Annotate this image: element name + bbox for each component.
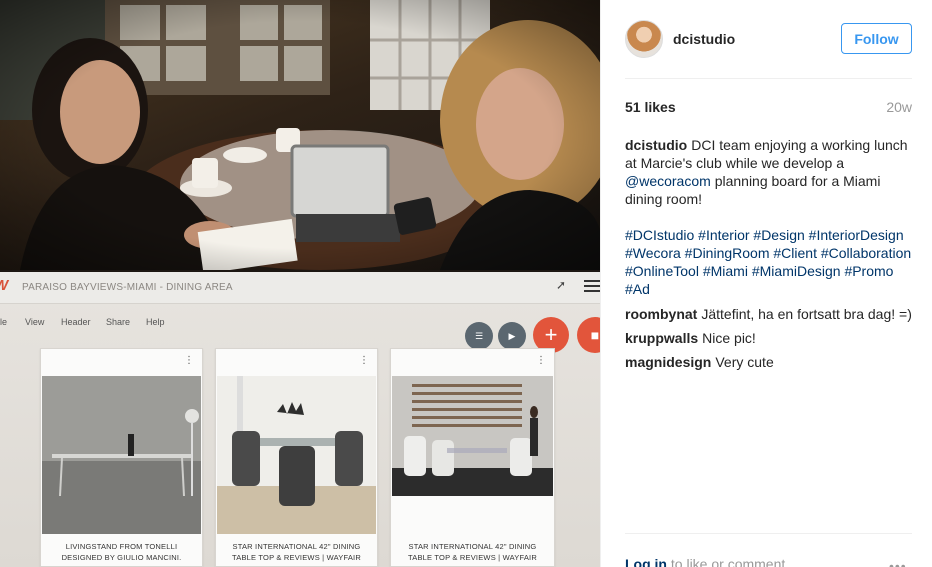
chat-icon: ■ [577, 317, 600, 353]
photo-restaurant-scene [0, 0, 600, 270]
card-image-livingstand [42, 376, 201, 534]
restaurant-scene-illustration [0, 0, 600, 270]
card-more-icon: ⋮ [536, 355, 546, 366]
hashtag-link[interactable]: #DiningRoom [685, 245, 770, 261]
card-caption: STAR INTERNATIONAL 42" DINING TABLE TOP … [408, 542, 537, 562]
livingstand-illustration [42, 376, 201, 534]
hashtag-link[interactable]: #DCIstudio [625, 227, 694, 243]
dining-table-illustration [217, 376, 376, 534]
divider [625, 533, 912, 534]
wecora-logo: W [0, 277, 16, 295]
hashtag-link[interactable]: #Collaboration [821, 245, 911, 261]
board-card: ⋮ STAR INTERNATIONAL 42" DINING TABLE TO… [215, 348, 378, 567]
card-more-icon: ⋮ [184, 355, 194, 366]
list-view-icon: ☰ [465, 322, 493, 350]
card-more-icon: ⋮ [359, 355, 369, 366]
comment: kruppwalls Nice pic! [625, 329, 917, 347]
hashtag-link[interactable]: #Wecora [625, 245, 681, 261]
username-link[interactable]: dcistudio [673, 31, 735, 47]
login-prompt: Log in to like or comment. [625, 556, 789, 567]
toolbar-item: Help [146, 317, 165, 327]
hashtag-link[interactable]: #Miami [703, 263, 748, 279]
wecora-topbar: W PARAISO BAYVIEWS-MIAMI - DINING AREA ➚ [0, 272, 600, 304]
hashtag-list: #DCIstudio #Interior #Design #InteriorDe… [625, 226, 917, 298]
hashtag-link[interactable]: #Interior [698, 227, 749, 243]
hashtag-link[interactable]: #Promo [844, 263, 893, 279]
comment-text: Jättefint, ha en fortsatt bra dag! =) [701, 306, 912, 322]
toolbar-item: Share [106, 317, 131, 327]
avatar[interactable] [625, 20, 663, 58]
post-stats: 51 likes 20w [625, 98, 912, 118]
hashtag-link[interactable]: #Design [753, 227, 804, 243]
post-age[interactable]: 20w [886, 99, 912, 115]
caption-username[interactable]: dcistudio [625, 137, 687, 153]
card-image-dining-table [217, 376, 376, 534]
hashtag-link[interactable]: #Client [773, 245, 817, 261]
hashtag-link[interactable]: #MiamiDesign [752, 263, 841, 279]
hashtag-link[interactable]: #Ad [625, 281, 650, 297]
hamburger-menu-icon [584, 280, 600, 292]
comment-text: Very cute [715, 354, 774, 370]
share-arrow-icon: ➚ [556, 278, 567, 292]
comment-text: Nice pic! [702, 330, 756, 346]
board-card: ⋮ STAR INTERNATIONAL 42" DINING TABLE TO… [390, 348, 555, 567]
login-prompt-text: to like or comment. [670, 556, 790, 567]
photo-wecora-screen: W PARAISO BAYVIEWS-MIAMI - DINING AREA ➚… [0, 272, 600, 567]
dining-room-illustration [392, 376, 553, 496]
board-title: PARAISO BAYVIEWS-MIAMI - DINING AREA [22, 282, 233, 293]
card-image-dining-room [392, 376, 553, 534]
comment-username[interactable]: roombynat [625, 306, 697, 322]
more-icon[interactable]: ••• [889, 558, 907, 567]
comment-username[interactable]: magnidesign [625, 354, 711, 370]
toolbar-item: le [0, 317, 8, 327]
board-card: ⋮ LIVINGSTAND FROM TONELLI DESIGNED BY G… [40, 348, 203, 567]
card-caption: STAR INTERNATIONAL 42" DINING TABLE TOP … [232, 542, 361, 562]
toolbar-item: Header [61, 317, 91, 327]
post-sidebar: dcistudio Follow 51 likes 20w dcistudio D… [600, 0, 932, 567]
comment-username[interactable]: kruppwalls [625, 330, 698, 346]
play-icon: ▶ [498, 322, 526, 350]
comments-list: dcistudio DCI team enjoying a working lun… [625, 136, 917, 377]
follow-button[interactable]: Follow [841, 23, 912, 54]
post-photo[interactable]: W PARAISO BAYVIEWS-MIAMI - DINING AREA ➚… [0, 0, 600, 567]
caption: dcistudio DCI team enjoying a working lun… [625, 136, 917, 298]
comment: roombynat Jättefint, ha en fortsatt bra d… [625, 305, 917, 323]
comment: magnidesign Very cute [625, 353, 917, 371]
card-caption: LIVINGSTAND FROM TONELLI DESIGNED BY GIU… [61, 542, 182, 562]
toolbar-item: View [25, 317, 45, 327]
login-link[interactable]: Log in [625, 556, 667, 567]
post-header: dcistudio Follow [625, 0, 912, 79]
mention-link[interactable]: @wecoracom [625, 173, 711, 189]
hashtag-link[interactable]: #OnlineTool [625, 263, 699, 279]
hashtag-link[interactable]: #InteriorDesign [809, 227, 904, 243]
likes-count[interactable]: 51 likes [625, 99, 676, 115]
